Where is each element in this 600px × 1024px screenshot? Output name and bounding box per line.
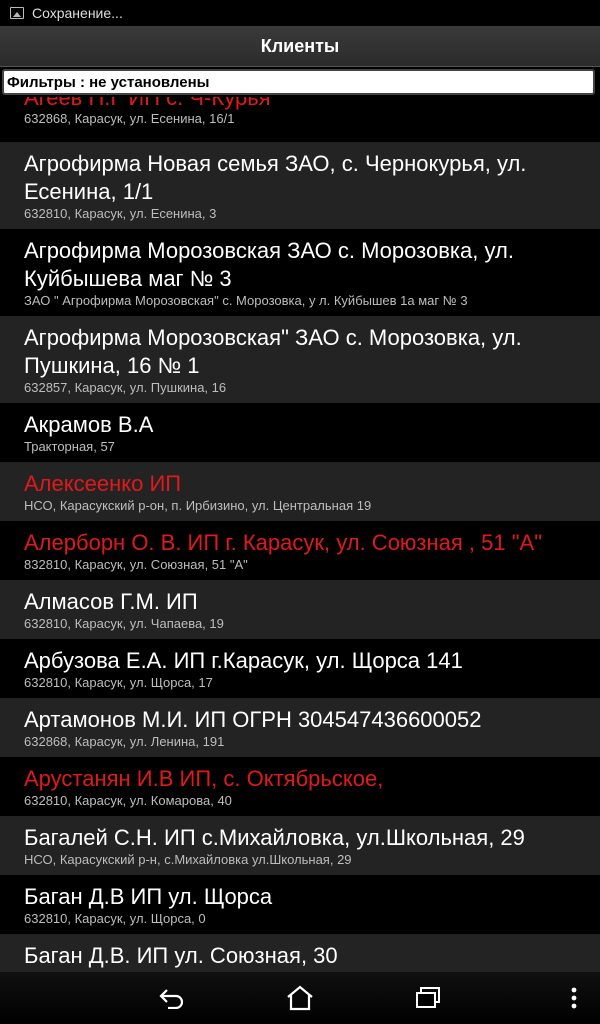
list-item[interactable]: Алерборн О. В. ИП г. Карасук, ул. Союзна… xyxy=(0,521,600,580)
list-item[interactable]: Баган Д.В. ИП ул. Союзная, 30 xyxy=(0,934,600,972)
list-item[interactable]: Алексеенко ИП НСО, Карасукский р-он, п. … xyxy=(0,462,600,521)
client-name: Баган Д.В. ИП ул. Союзная, 30 xyxy=(24,943,338,968)
client-address: 632810, Карасук, ул. Комарова, 40 xyxy=(24,793,232,808)
navigation-bar xyxy=(0,972,600,1024)
client-address: НСО, Карасукский р-н, с.Михайловка ул.Шк… xyxy=(24,852,352,867)
client-name: Агрофирма Морозовская" ЗАО с. Морозовка,… xyxy=(24,325,522,378)
status-bar: Сохранение... xyxy=(0,0,600,26)
list-item[interactable]: Алмасов Г.М. ИП 632810, Карасук, ул. Чап… xyxy=(0,580,600,639)
list-item[interactable]: Акрамов В.А Тракторная, 57 xyxy=(0,403,600,462)
filter-bar[interactable]: Фильтры : не установлены xyxy=(2,69,595,95)
client-name: Багалей С.Н. ИП с.Михайловка, ул.Школьна… xyxy=(24,825,525,850)
list-item[interactable]: Багалей С.Н. ИП с.Михайловка, ул.Школьна… xyxy=(0,816,600,875)
client-address: ЗАО " Агрофирма Морозовская" с. Морозовк… xyxy=(24,293,468,308)
back-button[interactable] xyxy=(150,982,194,1014)
client-name: Агрофирма Новая семья ЗАО, с. Чернокурья… xyxy=(24,151,527,204)
recents-icon xyxy=(416,987,440,1008)
recents-button[interactable] xyxy=(406,982,450,1014)
home-icon xyxy=(287,985,313,1011)
client-address: 632810, Карасук, ул. Есенина, 3 xyxy=(24,206,217,221)
image-icon xyxy=(10,7,24,19)
list-item[interactable]: Агрофирма Морозовская ЗАО с. Морозовка, … xyxy=(0,229,600,316)
home-button[interactable] xyxy=(278,982,322,1014)
status-text: Сохранение... xyxy=(32,5,123,21)
client-address: 632868, Карасук, ул. Ленина, 191 xyxy=(24,734,225,749)
list-item[interactable]: Баган Д.В ИП ул. Щорса 632810, Карасук, … xyxy=(0,875,600,934)
list-item[interactable]: Агрофирма Морозовская" ЗАО с. Морозовка,… xyxy=(0,316,600,403)
clients-list[interactable]: Агеев П.Г ИП с. Ч-Курья 632868, Карасук,… xyxy=(0,97,600,972)
list-item[interactable]: Арустанян И.В ИП, с. Октябрьское, 632810… xyxy=(0,757,600,816)
client-address: 832810, Карасук, ул. Союзная, 51 "А" xyxy=(24,557,248,572)
list-item[interactable]: Агрофирма Новая семья ЗАО, с. Чернокурья… xyxy=(0,142,600,229)
client-name: Агеев П.Г ИП с. Ч-Курья xyxy=(24,97,271,110)
client-name: Арбузова Е.А. ИП г.Карасук, ул. Щорса 14… xyxy=(24,648,463,673)
list-item[interactable]: Арбузова Е.А. ИП г.Карасук, ул. Щорса 14… xyxy=(0,639,600,698)
client-name: Алексеенко ИП xyxy=(24,471,182,496)
client-address: НСО, Карасукский р-он, п. Ирбизино, ул. … xyxy=(24,498,372,513)
client-name: Алерборн О. В. ИП г. Карасук, ул. Союзна… xyxy=(24,530,543,555)
page-title: Клиенты xyxy=(0,26,600,67)
client-name: Артамонов М.И. ИП ОГРН 304547436600052 xyxy=(24,707,482,732)
client-name: Арустанян И.В ИП, с. Октябрьское, xyxy=(24,766,384,791)
client-name: Баган Д.В ИП ул. Щорса xyxy=(24,884,273,909)
client-name: Алмасов Г.М. ИП xyxy=(24,589,198,614)
back-icon xyxy=(159,989,184,1009)
overflow-menu-button[interactable] xyxy=(560,982,588,1014)
client-address: 632810, Карасук, ул. Чапаева, 19 xyxy=(24,616,224,631)
list-item[interactable]: Артамонов М.И. ИП ОГРН 304547436600052 6… xyxy=(0,698,600,757)
client-address: 632868, Карасук, ул. Есенина, 16/1 xyxy=(24,111,235,126)
client-address: 632810, Карасук, ул. Щорса, 0 xyxy=(24,911,206,926)
list-item[interactable]: Агеев П.Г ИП с. Ч-Курья 632868, Карасук,… xyxy=(0,97,600,130)
client-address: 632810, Карасук, ул. Щорса, 17 xyxy=(24,675,213,690)
client-name: Акрамов В.А xyxy=(24,412,154,437)
client-address: Тракторная, 57 xyxy=(24,439,115,454)
overflow-menu-icon xyxy=(571,987,577,1009)
client-name: Агрофирма Морозовская ЗАО с. Морозовка, … xyxy=(24,238,514,291)
client-address: 632857, Карасук, ул. Пушкина, 16 xyxy=(24,380,227,395)
